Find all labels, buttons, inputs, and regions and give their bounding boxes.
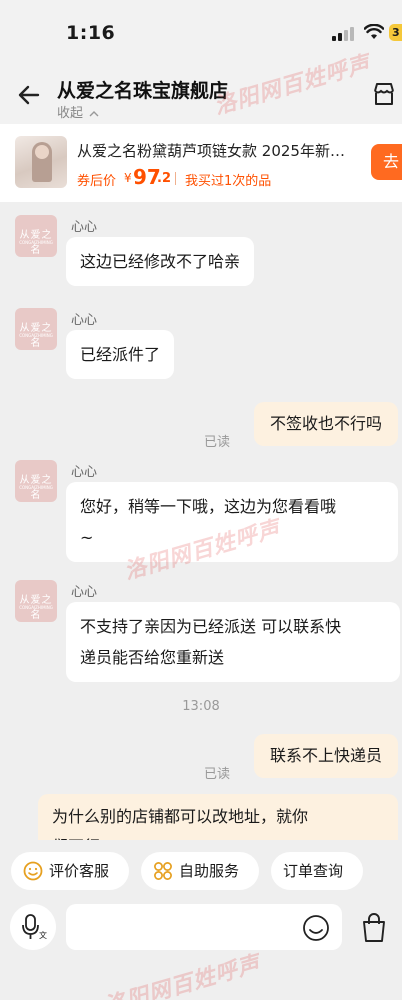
cellular-signal-icon — [332, 27, 356, 41]
chat-header: 从爱之名珠宝旗舰店 收起 — [0, 62, 402, 124]
status-time: 1:16 — [66, 22, 116, 44]
product-name: 从爱之名粉黛葫芦项链女款 2025年新… — [77, 142, 345, 160]
my-message-bubble[interactable]: 为什么别的店铺都可以改地址，就你 们不行 — [38, 794, 398, 840]
voice-button[interactable]: 文 — [10, 904, 56, 950]
price-currency: ¥ — [124, 171, 132, 185]
microphone-icon: 文 — [22, 914, 47, 940]
shop-avatar[interactable]: 从爱之名 CONGAIZHIMING — [15, 460, 57, 502]
my-message-bubble[interactable]: 联系不上快递员 — [253, 734, 398, 778]
sender-name: 心心 — [71, 465, 98, 480]
sender-name: 心心 — [71, 313, 98, 328]
read-receipt: 已读 — [204, 435, 231, 450]
price-decimal: .2 — [157, 171, 171, 186]
shop-title[interactable]: 从爱之名珠宝旗舰店 — [57, 76, 228, 103]
shop-avatar[interactable]: 从爱之名 CONGAIZHIMING — [15, 580, 57, 622]
quick-actions: 评价客服 自助服务 订单查询 — [0, 840, 402, 902]
svg-text:文: 文 — [39, 930, 47, 940]
shop-avatar[interactable]: 从爱之名 CONGAIZHIMING — [15, 215, 57, 257]
shop-icon[interactable] — [371, 81, 397, 107]
smiley-icon — [23, 861, 43, 881]
product-card[interactable]: 从爱之名粉黛葫芦项链女款 2025年新… 券后价 ¥ 97 .2 我买过1次的品… — [0, 124, 402, 202]
order-query-button[interactable]: 订单查询 — [271, 852, 363, 890]
go-button[interactable]: 去 — [371, 144, 402, 180]
message-input[interactable] — [66, 904, 342, 950]
chevron-up-icon — [89, 110, 99, 116]
divider — [175, 172, 176, 185]
message-bubble[interactable]: 不支持了亲因为已经派送 可以联系快 递员能否给您重新送 — [66, 602, 400, 682]
purchase-note: 我买过1次的品 — [185, 174, 272, 189]
grid-icon — [154, 862, 172, 880]
sender-name: 心心 — [71, 220, 98, 235]
collapse-label: 收起 — [57, 106, 84, 121]
back-arrow-icon[interactable] — [16, 82, 42, 108]
message-bubble[interactable]: 这边已经修改不了哈亲 — [66, 237, 255, 286]
price-label: 券后价 — [77, 174, 117, 189]
input-bar: 文 — [0, 902, 402, 1000]
collapse-toggle[interactable]: 收起 — [57, 102, 99, 121]
shop-avatar[interactable]: 从爱之名 CONGAIZHIMING — [15, 308, 57, 350]
battery-icon: 3 — [389, 24, 402, 41]
sender-name: 心心 — [71, 585, 98, 600]
emoji-icon[interactable] — [302, 914, 330, 942]
self-service-button[interactable]: 自助服务 — [141, 852, 259, 890]
product-thumbnail — [15, 136, 67, 188]
timestamp: 13:08 — [182, 699, 220, 714]
chat-messages[interactable]: 从爱之名 CONGAIZHIMING 心心 这边已经修改不了哈亲 从爱之名 CO… — [0, 202, 402, 840]
wifi-icon — [364, 24, 384, 39]
rate-service-button[interactable]: 评价客服 — [11, 852, 129, 890]
message-bubble[interactable]: 您好，稍等一下哦，这边为您看看哦 ~ — [66, 482, 398, 562]
status-bar: 1:16 3 — [0, 0, 402, 62]
shopping-bag-icon[interactable] — [356, 910, 392, 946]
my-message-bubble[interactable]: 不签收也不行吗 — [253, 402, 398, 446]
message-bubble[interactable]: 已经派件了 — [66, 330, 175, 379]
read-receipt: 已读 — [204, 767, 231, 782]
